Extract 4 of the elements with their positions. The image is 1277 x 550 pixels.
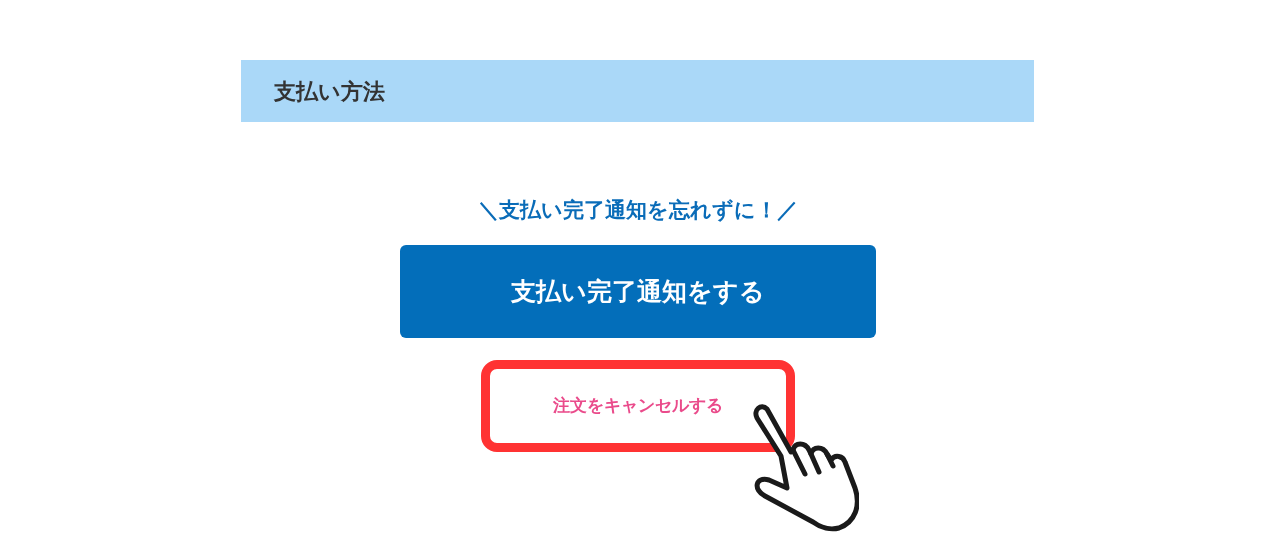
section-title: 支払い方法 [274,77,385,106]
payment-complete-button[interactable]: 支払い完了通知をする [399,245,876,338]
cancel-order-link[interactable]: 注文をキャンセルする [552,393,723,419]
tagline: ＼支払い完了通知を忘れずに！／ [477,197,798,224]
